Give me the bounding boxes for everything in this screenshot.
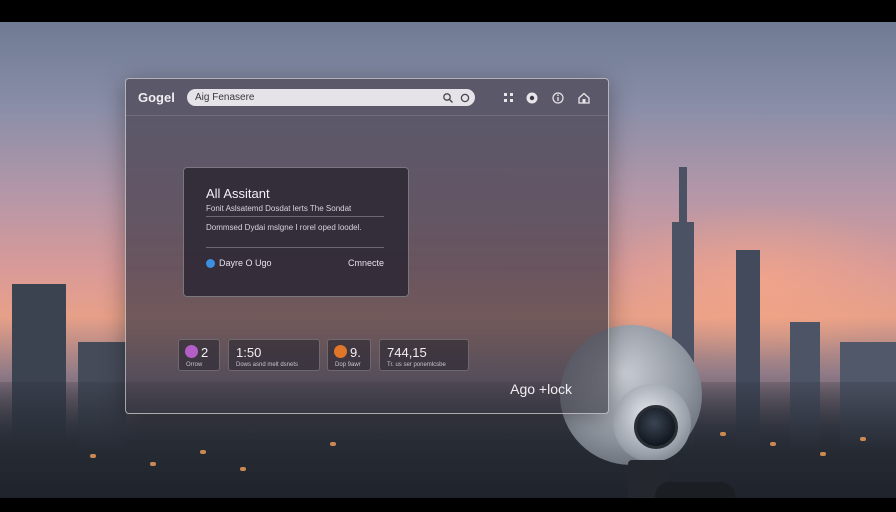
letterbox-top [0, 0, 896, 22]
city-light [150, 462, 156, 466]
stat-value: 9. [350, 345, 361, 360]
stat-card[interactable]: 1:50 Dows asnd melt dsnets [228, 339, 320, 371]
stat-label: Dop 9awr [335, 362, 361, 368]
assistant-card-subtitle: Fonit Aslsatemd Dosdat lerts The Sondat [206, 204, 352, 213]
skyscraper [679, 167, 687, 227]
city-light [330, 442, 336, 446]
city-light [90, 454, 96, 458]
stat-value: 2 [201, 345, 209, 360]
stat-card[interactable]: 744,15 Tr. us ser ponemlcsbe [379, 339, 469, 371]
search-icon[interactable] [442, 91, 454, 103]
stat-label: Tr. us ser ponemlcsbe [387, 362, 446, 368]
record-icon[interactable] [526, 91, 538, 104]
search-bar[interactable] [187, 89, 475, 106]
stat-card[interactable]: 2 Orrow [178, 339, 220, 371]
toolbar: Gogel [126, 79, 608, 116]
stat-value: 1:50 [236, 345, 262, 360]
letterbox-bottom [0, 498, 896, 512]
robot-camera-lens [634, 405, 678, 449]
assistant-status: Dayre O Ugo [206, 258, 272, 268]
assistant-status-text: Dayre O Ugo [219, 258, 272, 268]
search-input[interactable] [195, 90, 425, 105]
microphone-icon[interactable] [459, 91, 471, 103]
city-light [820, 452, 826, 456]
stat-value: 744,15 [387, 345, 427, 360]
stat-label: Dows asnd melt dsnets [236, 362, 299, 368]
city-light [240, 467, 246, 471]
stat-card[interactable]: 9. Dop 9awr [327, 339, 371, 371]
status-dot-icon [206, 258, 215, 268]
home-icon[interactable] [578, 91, 590, 104]
city-light [860, 437, 866, 441]
grid-icon[interactable] [503, 91, 515, 103]
assistant-card: All Assitant Fonit Aslsatemd Dosdat lert… [183, 167, 409, 297]
assistant-card-body: Dommsed Dydai mslgne I rorel oped loodel… [206, 223, 362, 232]
connect-button[interactable]: Cmnecte [348, 258, 384, 268]
timer-badge-icon [334, 345, 347, 358]
browser-window: Gogel All Assitant Fonit Aslsatemd Dosda… [125, 78, 609, 414]
app-logo[interactable]: Gogel [138, 90, 175, 105]
info-icon[interactable] [552, 91, 564, 104]
city-light [770, 442, 776, 446]
city-light [200, 450, 206, 454]
footer-label[interactable]: Ago +lock [510, 381, 572, 397]
divider [206, 247, 384, 248]
city-light [720, 432, 726, 436]
user-badge-icon [185, 345, 198, 358]
assistant-card-title: All Assitant [206, 186, 270, 201]
stat-label: Orrow [186, 362, 203, 368]
divider [206, 216, 384, 217]
